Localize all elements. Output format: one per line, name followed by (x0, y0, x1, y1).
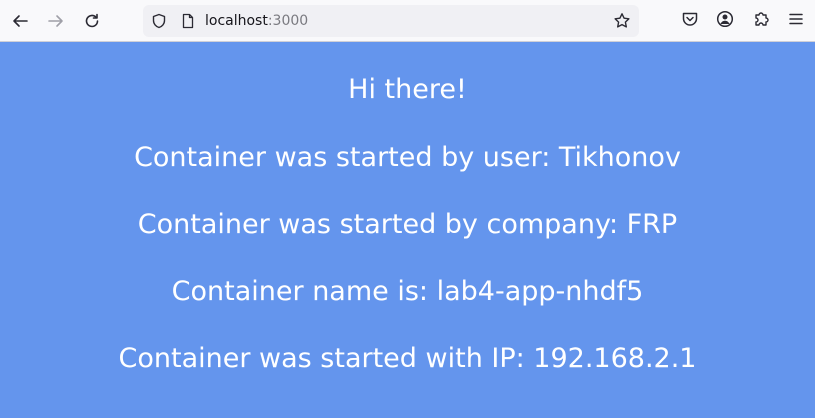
account-button[interactable] (712, 8, 738, 34)
browser-toolbar: localhost:3000 (0, 0, 815, 42)
star-icon[interactable] (613, 12, 631, 34)
arrow-left-icon (11, 12, 29, 30)
url-port: :3000 (267, 13, 309, 29)
page-icon[interactable] (180, 13, 196, 33)
greeting-text: Hi there! (348, 74, 467, 105)
container-ip-text: Container was started with IP: 192.168.2… (118, 343, 697, 374)
app-menu-button[interactable] (783, 8, 809, 34)
shield-icon[interactable] (151, 13, 167, 33)
hamburger-menu-icon (787, 10, 805, 32)
address-bar[interactable]: localhost:3000 (143, 5, 639, 37)
back-button[interactable] (7, 8, 33, 34)
container-name-text: Container name is: lab4-app-nhdf5 (171, 276, 644, 307)
reload-icon (83, 12, 101, 30)
pocket-button[interactable] (677, 8, 703, 34)
extensions-button[interactable] (749, 8, 775, 34)
url-text[interactable]: localhost:3000 (205, 12, 308, 30)
started-by-user-text: Container was started by user: Tikhonov (134, 142, 681, 173)
reload-button[interactable] (79, 8, 105, 34)
url-host: localhost (205, 13, 268, 29)
forward-button[interactable] (43, 8, 69, 34)
started-by-company-text: Container was started by company: FRP (137, 209, 678, 240)
pocket-icon (681, 10, 699, 32)
page-content: Hi there! Container was started by user:… (0, 42, 815, 418)
puzzle-icon (753, 10, 771, 32)
arrow-right-icon (47, 12, 65, 30)
account-icon (716, 10, 734, 32)
